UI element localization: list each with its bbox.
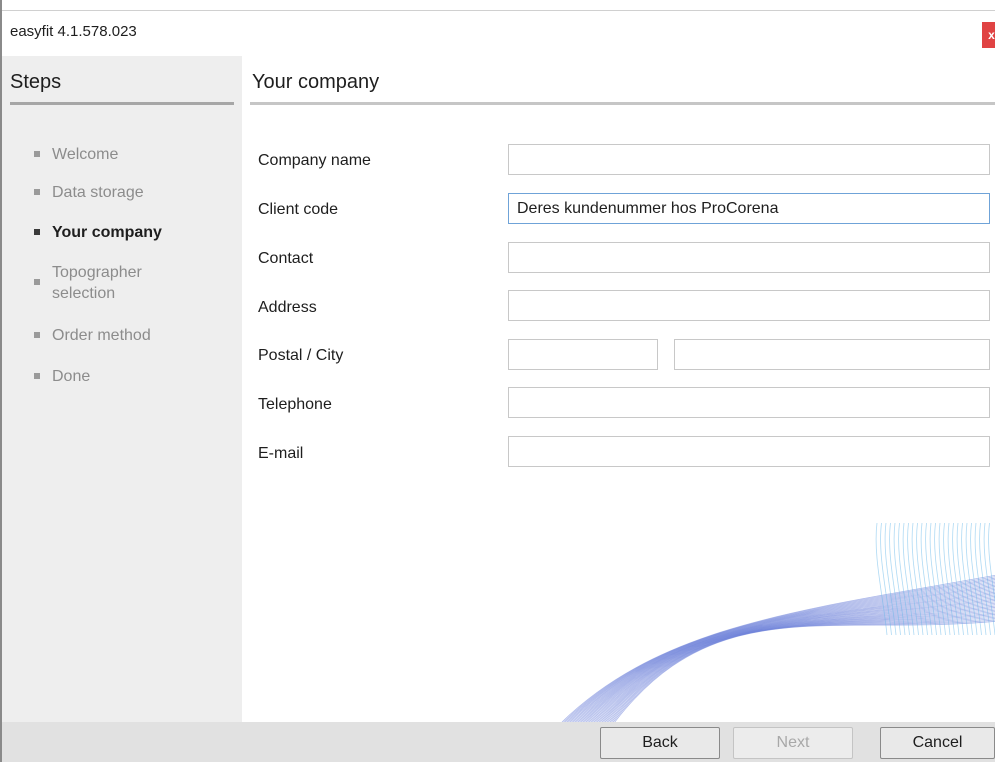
steps-sidebar: Steps Welcome Data storage Your company … <box>2 56 242 722</box>
company-name-input[interactable] <box>508 144 990 175</box>
page-title-divider <box>250 102 995 105</box>
email-input[interactable] <box>508 436 990 467</box>
contact-label: Contact <box>258 250 314 267</box>
next-button[interactable]: Next <box>733 727 853 759</box>
city-input[interactable] <box>674 339 990 370</box>
contact-input[interactable] <box>508 242 990 273</box>
postal-city-label: Postal / City <box>258 347 344 364</box>
step-label: Done <box>52 368 91 385</box>
bullet-icon <box>34 332 40 338</box>
step-order-method: Order method <box>34 325 151 346</box>
step-label: Your company <box>52 224 162 241</box>
address-input[interactable] <box>508 290 990 321</box>
cancel-button[interactable]: Cancel <box>880 727 995 759</box>
bullet-icon <box>34 189 40 195</box>
window-title: easyfit 4.1.578.023 <box>10 23 137 40</box>
step-welcome: Welcome <box>34 144 118 165</box>
step-data-storage: Data storage <box>34 182 144 203</box>
step-label: Topographer selection <box>52 264 142 302</box>
postal-code-input[interactable] <box>508 339 658 370</box>
bullet-icon <box>34 279 40 285</box>
bullet-icon <box>34 373 40 379</box>
bullet-icon <box>34 229 40 235</box>
back-button[interactable]: Back <box>600 727 720 759</box>
telephone-label: Telephone <box>258 396 332 413</box>
email-label: E-mail <box>258 445 304 462</box>
sidebar-title: Steps <box>10 71 62 93</box>
bullet-icon <box>34 151 40 157</box>
decorative-wave-graphic <box>561 522 995 722</box>
company-name-label: Company name <box>258 152 371 169</box>
step-your-company: Your company <box>34 222 162 243</box>
client-code-input[interactable] <box>508 193 990 224</box>
step-label: Welcome <box>52 146 119 163</box>
title-bar: easyfit 4.1.578.023 x <box>2 0 995 56</box>
close-button[interactable]: x <box>982 22 995 48</box>
step-label: Order method <box>52 327 151 344</box>
sidebar-divider <box>10 102 234 105</box>
step-done: Done <box>34 366 90 387</box>
app-window: easyfit 4.1.578.023 x Steps Welcome Data… <box>0 0 995 762</box>
page-title: Your company <box>252 71 380 93</box>
step-topographer-selection: Topographer selection <box>34 262 174 304</box>
title-bar-border <box>2 10 995 11</box>
address-label: Address <box>258 299 317 316</box>
close-icon: x <box>988 28 995 42</box>
step-label: Data storage <box>52 184 144 201</box>
client-code-label: Client code <box>258 201 339 218</box>
telephone-input[interactable] <box>508 387 990 418</box>
